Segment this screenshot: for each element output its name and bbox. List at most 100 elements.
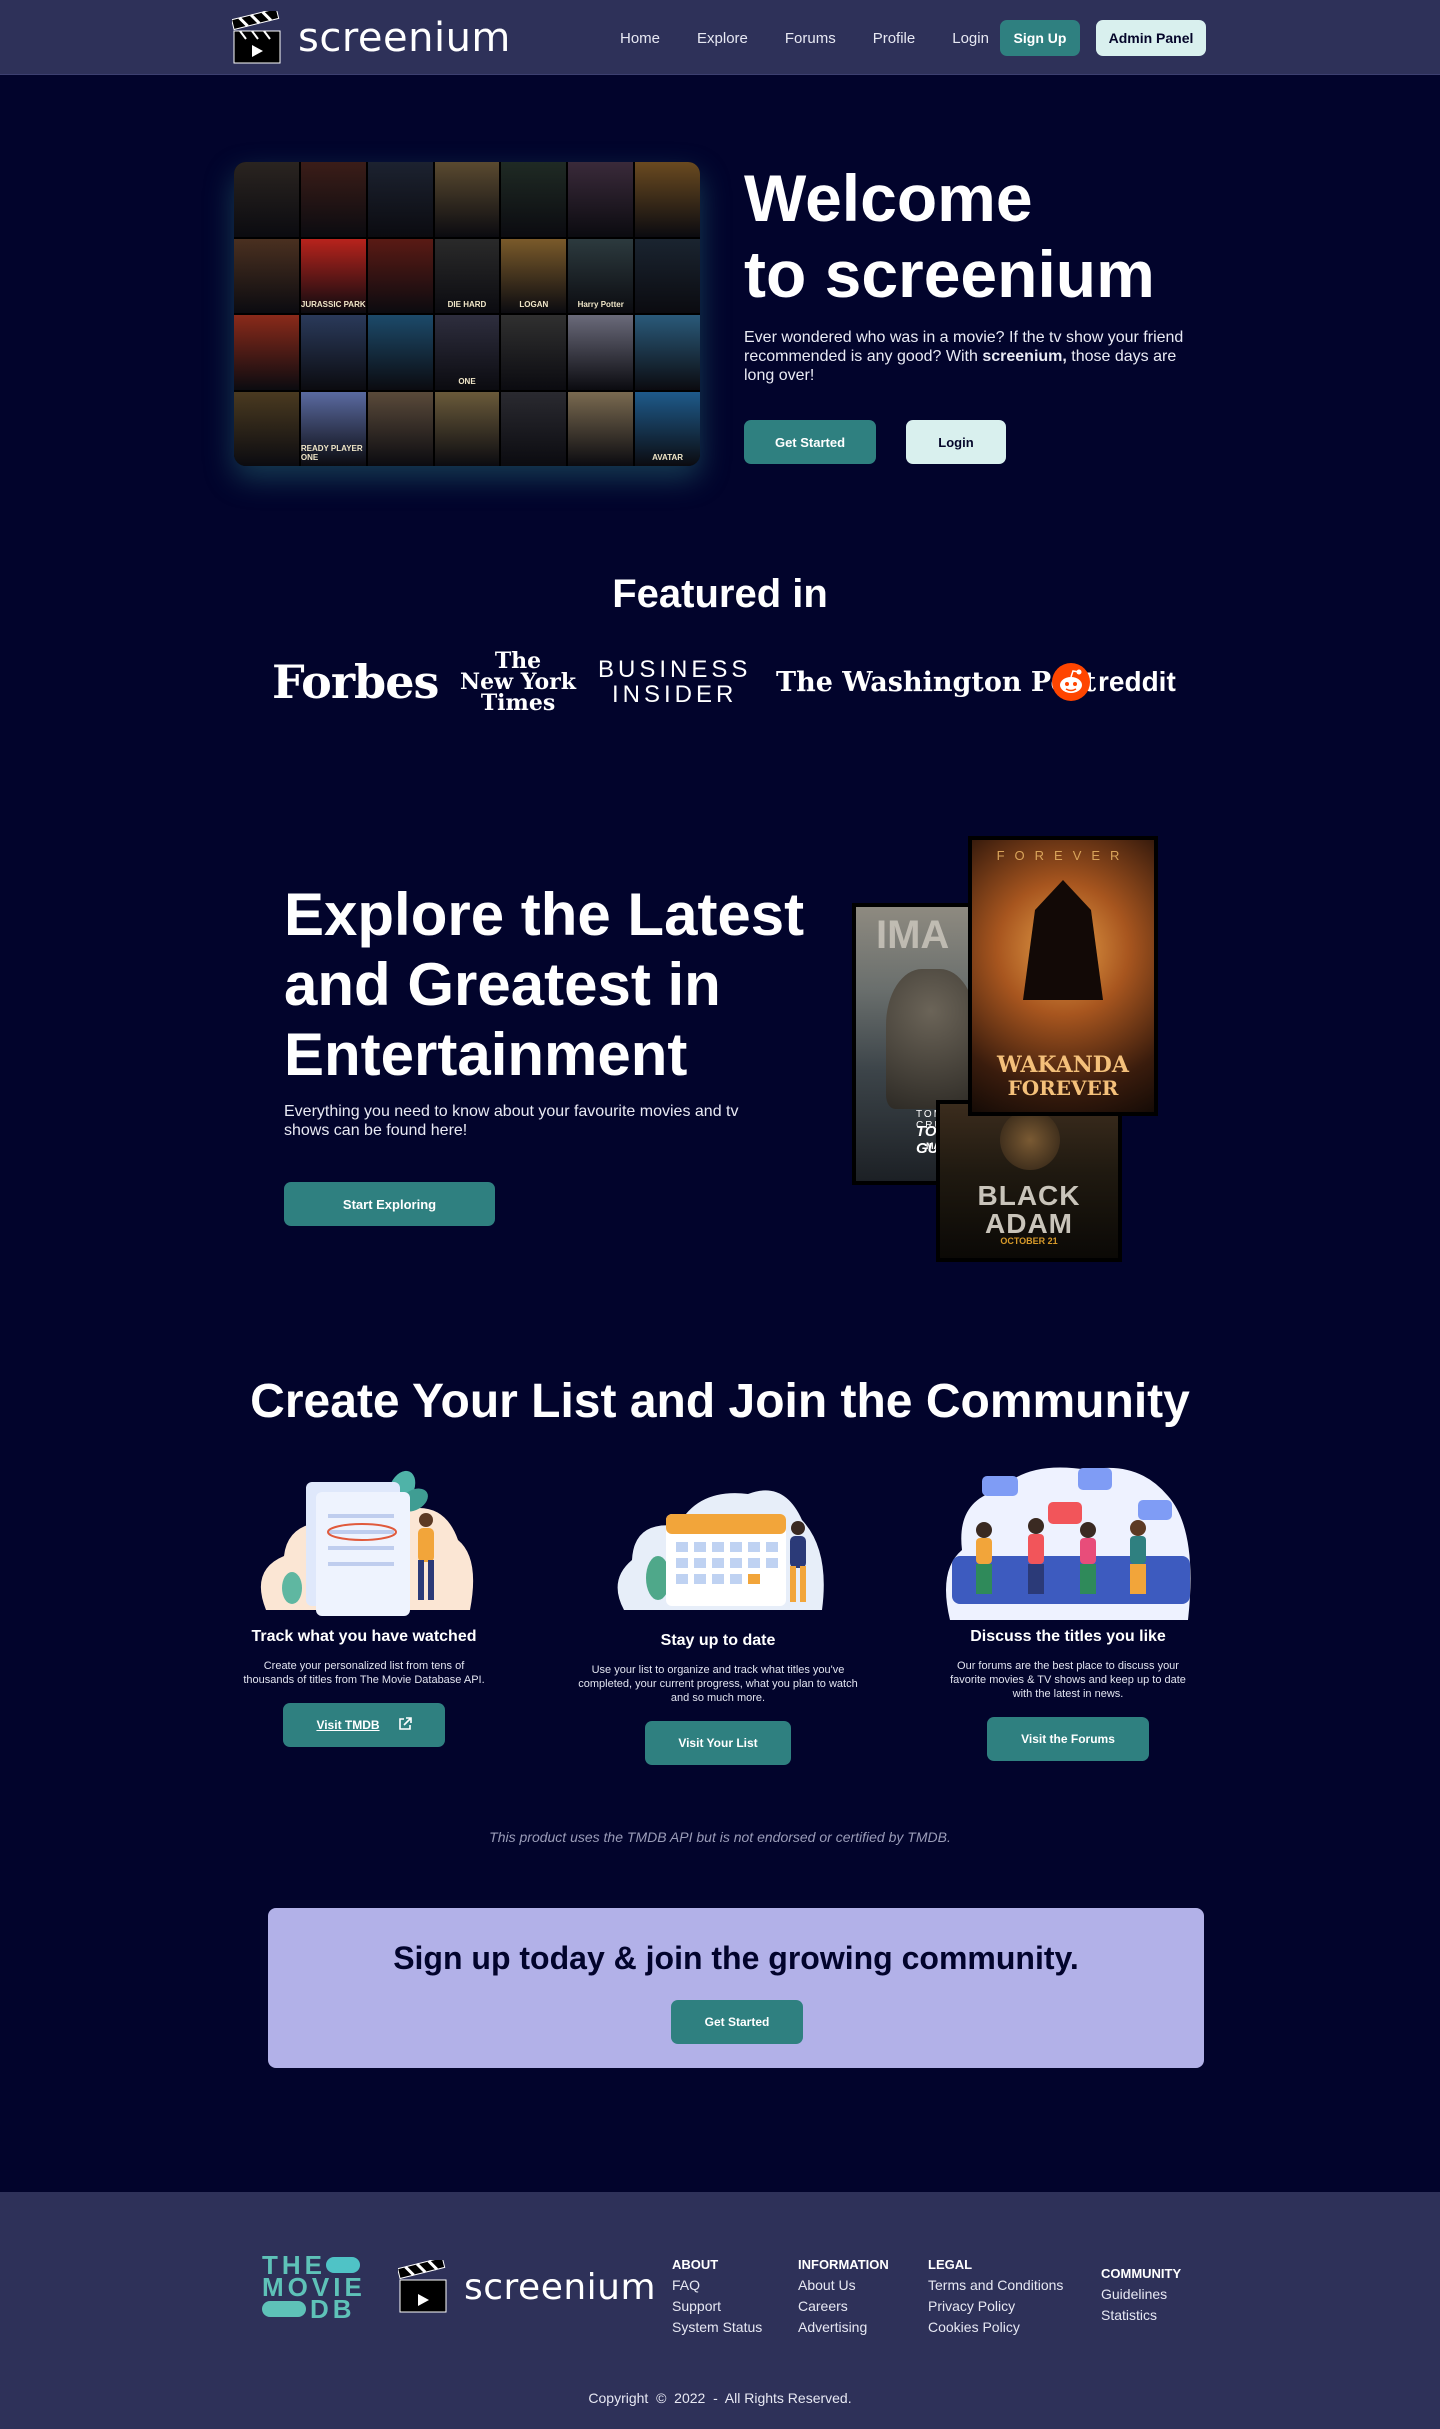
explore-heading-line-2: and Greatest in bbox=[284, 951, 721, 1018]
collage-poster: JURASSIC PARK bbox=[300, 238, 366, 313]
collage-poster bbox=[434, 391, 500, 466]
footer-link-terms[interactable]: Terms and Conditions bbox=[928, 2275, 1063, 2296]
footer-column-information: INFORMATION About Us Careers Advertising bbox=[798, 2254, 889, 2338]
collage-poster bbox=[635, 162, 700, 237]
footer-column-about: ABOUT FAQ Support System Status bbox=[672, 2254, 762, 2338]
footer-link-statistics[interactable]: Statistics bbox=[1101, 2305, 1181, 2326]
signup-button[interactable]: Sign Up bbox=[1000, 20, 1080, 56]
collage-poster bbox=[568, 391, 634, 466]
nav-link-home[interactable]: Home bbox=[620, 30, 660, 47]
card-heading-stay: Stay up to date bbox=[660, 1632, 776, 1649]
collage-poster bbox=[300, 315, 366, 390]
hero-text-brand: screenium, bbox=[982, 348, 1067, 365]
forbes-logo: Forbes bbox=[272, 655, 439, 709]
business-insider-logo: BUSINESS INSIDER bbox=[598, 646, 751, 718]
reddit-alien-icon bbox=[1052, 663, 1090, 701]
tmdb-disclaimer: This product uses the TMDB API but is no… bbox=[489, 1829, 951, 1845]
collage-poster bbox=[434, 162, 500, 237]
collage-poster: LOGAN bbox=[501, 238, 567, 313]
hero-title-line-1: Welcome bbox=[744, 161, 1033, 235]
reddit-wordmark: reddit bbox=[1098, 666, 1176, 697]
brand-name: screenium bbox=[298, 15, 511, 61]
washington-post-logo: The Washington Post bbox=[776, 666, 1097, 698]
footer-link-about-us[interactable]: About Us bbox=[798, 2275, 889, 2296]
footer-link-faq[interactable]: FAQ bbox=[672, 2275, 762, 2296]
collage-poster bbox=[234, 391, 299, 466]
collage-poster bbox=[300, 162, 366, 237]
footer-link-careers[interactable]: Careers bbox=[798, 2296, 889, 2317]
bi-line-2: INSIDER bbox=[612, 681, 738, 708]
nyt-logo: The New York Times bbox=[460, 646, 576, 718]
footer-column-legal: LEGAL Terms and Conditions Privacy Polic… bbox=[928, 2254, 1063, 2338]
poster-black-adam: BLACK ADAM OCTOBER 21 bbox=[936, 1100, 1122, 1262]
collage-poster bbox=[501, 391, 567, 466]
top-navbar: screenium Home Explore Forums Profile Lo… bbox=[0, 0, 1440, 75]
collage-poster bbox=[234, 238, 299, 313]
footer-clapperboard-icon bbox=[397, 2257, 448, 2314]
footer-heading-legal: LEGAL bbox=[928, 2257, 973, 2272]
poster-wakanda-forever: FOREVER WAKANDA FOREVER bbox=[968, 836, 1158, 1116]
footer-link-guidelines[interactable]: Guidelines bbox=[1101, 2284, 1181, 2305]
collage-poster: Harry Potter bbox=[568, 238, 634, 313]
tmdb-logo[interactable]: THE MOVIE DB bbox=[262, 2252, 362, 2322]
nav-link-explore[interactable]: Explore bbox=[697, 30, 748, 47]
collage-poster bbox=[234, 315, 299, 390]
tmdb-logo-line-1: THE bbox=[262, 2252, 362, 2278]
footer-link-privacy[interactable]: Privacy Policy bbox=[928, 2296, 1063, 2317]
bi-line-1: BUSINESS bbox=[598, 656, 752, 683]
feature-card-track: Track what you have watched Create your … bbox=[204, 1460, 524, 1747]
footer-brand-logo[interactable]: screenium bbox=[397, 2257, 656, 2314]
wakanda-panther-figure bbox=[1023, 880, 1103, 1000]
topgun-imax-text: IMA bbox=[876, 913, 950, 957]
footer-link-cookies[interactable]: Cookies Policy bbox=[928, 2317, 1063, 2338]
collage-poster bbox=[635, 315, 700, 390]
card-heading-track: Track what you have watched bbox=[251, 1628, 477, 1645]
explore-heading-line-3: Entertainment bbox=[284, 1021, 688, 1088]
collage-poster bbox=[234, 162, 299, 237]
collage-poster bbox=[367, 315, 433, 390]
brand-logo[interactable]: screenium bbox=[231, 8, 511, 66]
admin-panel-button[interactable]: Admin Panel bbox=[1096, 20, 1206, 56]
wakanda-subtitle: FOREVER bbox=[1007, 1076, 1119, 1100]
collage-poster: READY PLAYER ONE bbox=[300, 391, 366, 466]
collage-poster: DIE HARD bbox=[434, 238, 500, 313]
community-heading: Create Your List and Join the Community bbox=[250, 1375, 1190, 1428]
card-text-stay: Use your list to organize and track what… bbox=[578, 1664, 858, 1704]
collage-poster bbox=[501, 315, 567, 390]
footer-link-advertising[interactable]: Advertising bbox=[798, 2317, 889, 2338]
visit-tmdb-button[interactable]: Visit TMDB bbox=[283, 1703, 445, 1747]
hero-title-line-2: to screenium bbox=[744, 237, 1155, 311]
nav-link-profile[interactable]: Profile bbox=[873, 30, 916, 47]
visit-forums-button[interactable]: Visit the Forums bbox=[987, 1717, 1149, 1761]
wakanda-top-text: FOREVER bbox=[996, 848, 1130, 863]
footer-link-system-status[interactable]: System Status bbox=[672, 2317, 762, 2338]
footer-heading-community: COMMUNITY bbox=[1101, 2266, 1182, 2281]
banner-get-started-button[interactable]: Get Started bbox=[671, 2000, 803, 2044]
tmdb-logo-pill bbox=[262, 2301, 306, 2317]
card-heading-discuss: Discuss the titles you like bbox=[970, 1628, 1166, 1645]
black-adam-figure bbox=[1000, 1110, 1060, 1170]
footer-column-community: COMMUNITY Guidelines Statistics bbox=[1101, 2263, 1181, 2326]
collage-poster bbox=[501, 162, 567, 237]
footer-link-support[interactable]: Support bbox=[672, 2296, 762, 2317]
login-button[interactable]: Login bbox=[906, 420, 1006, 464]
footer-heading-about: ABOUT bbox=[672, 2257, 719, 2272]
collage-poster bbox=[568, 162, 634, 237]
get-started-button[interactable]: Get Started bbox=[744, 420, 876, 464]
collage-poster bbox=[367, 238, 433, 313]
nav-link-forums[interactable]: Forums bbox=[785, 30, 836, 47]
collage-poster bbox=[367, 162, 433, 237]
black-adam-title: BLACK ADAM bbox=[977, 1180, 1081, 1239]
card-text-track: Create your personalized list from tens … bbox=[243, 1660, 485, 1686]
hero-title: Welcome to screenium bbox=[744, 160, 1224, 312]
collage-poster bbox=[635, 238, 700, 313]
topgun-pilot-figure bbox=[886, 969, 976, 1109]
card-text-discuss: Our forums are the best place to discuss… bbox=[950, 1660, 1186, 1700]
black-adam-date: OCTOBER 21 bbox=[1000, 1236, 1058, 1246]
start-exploring-button[interactable]: Start Exploring bbox=[284, 1182, 495, 1226]
nav-link-login[interactable]: Login bbox=[952, 30, 989, 47]
collage-poster bbox=[367, 391, 433, 466]
copyright-text: Copyright © 2022 - All Rights Reserved. bbox=[588, 2390, 852, 2406]
visit-your-list-button[interactable]: Visit Your List bbox=[645, 1721, 791, 1765]
nyt-line-3: Times bbox=[480, 689, 556, 716]
